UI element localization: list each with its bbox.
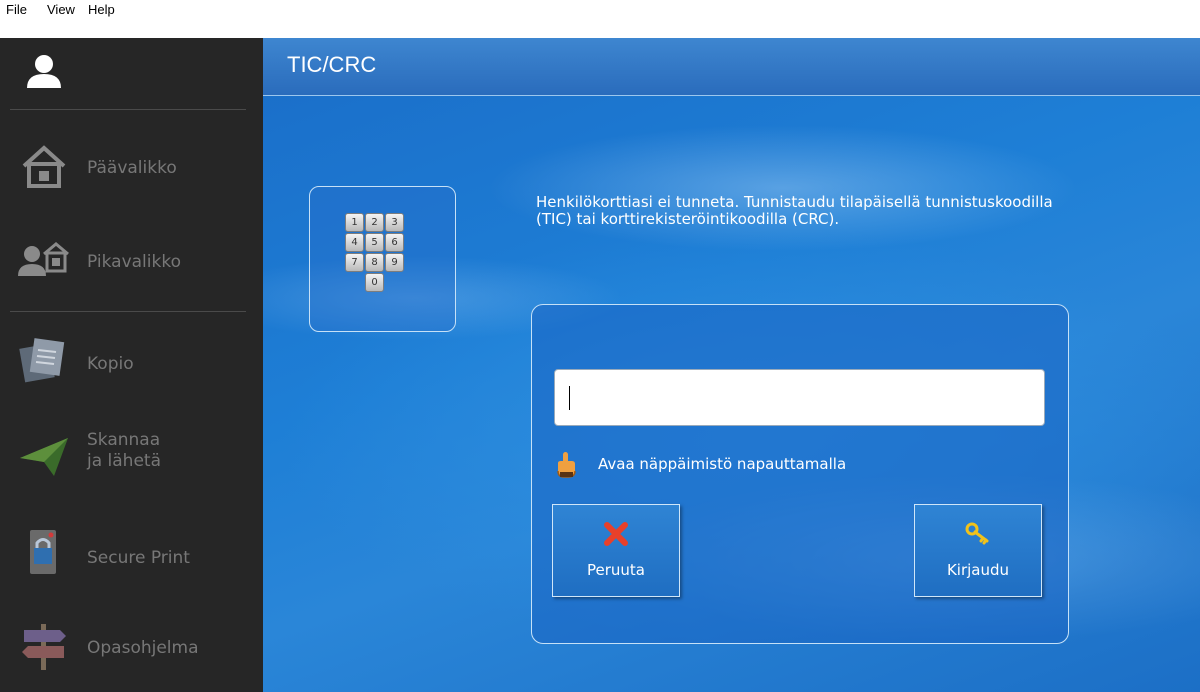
- main-panel: TIC/CRC 123 456 7890 Henkilökorttiasi ei t…: [263, 38, 1200, 692]
- sidebar-item-label: Päävalikko: [87, 158, 177, 178]
- sidebar-item-paavalikko[interactable]: Päävalikko: [0, 120, 263, 210]
- sidebar-item-label: Skannaa ja lähetä: [87, 430, 162, 471]
- page-title: TIC/CRC: [287, 52, 377, 77]
- sidebar-item-secure-print[interactable]: Secure Print: [0, 512, 263, 602]
- sidebar-item-label: Pikavalikko: [87, 252, 181, 272]
- keypad-key: 5: [365, 233, 384, 252]
- title-bar: TIC/CRC: [263, 38, 1200, 96]
- scan-send-icon: [20, 438, 68, 476]
- sidebar-item-label: Opasohjelma: [87, 638, 199, 658]
- sidebar-item-pikavalikko[interactable]: Pikavalikko: [0, 216, 263, 306]
- keyboard-hint-text: Avaa näppäimistö napauttamalla: [598, 455, 847, 473]
- keypad-key: 9: [385, 253, 404, 272]
- info-message: Henkilökorttiasi ei tunneta. Tunnistaudu…: [536, 193, 1053, 228]
- user-icon: [27, 55, 61, 88]
- lock-icon: [30, 530, 56, 574]
- keypad-key: 1: [345, 213, 364, 232]
- sidebar-item-kopio[interactable]: Kopio: [0, 316, 263, 406]
- menu-view[interactable]: View: [47, 2, 75, 17]
- user-button[interactable]: [0, 38, 263, 110]
- sidebar: Päävalikko Pikavalikko Kopio Skannaa ja …: [0, 38, 263, 692]
- text-caret: [569, 386, 570, 410]
- home-icon: [22, 145, 66, 188]
- cancel-button-label: Peruuta: [587, 561, 645, 579]
- sidebar-item-skannaa[interactable]: Skannaa ja lähetä: [0, 416, 263, 506]
- sidebar-divider: [10, 109, 246, 110]
- cancel-x-icon: [604, 522, 628, 546]
- key-icon: [965, 522, 989, 545]
- quick-menu-icon: [18, 242, 69, 276]
- keypad-key: 4: [345, 233, 364, 252]
- login-panel: Avaa näppäimistö napauttamalla Peruuta K…: [531, 304, 1069, 644]
- keypad-key: 8: [365, 253, 384, 272]
- keypad-key: 3: [385, 213, 404, 232]
- code-input[interactable]: [554, 369, 1045, 426]
- menu-bar: File View Help: [0, 0, 1200, 38]
- keypad-key: 0: [365, 273, 384, 292]
- login-button[interactable]: Kirjaudu: [914, 504, 1042, 597]
- sidebar-item-opasohjelma[interactable]: Opasohjelma: [0, 602, 263, 692]
- menu-help[interactable]: Help: [88, 2, 115, 17]
- keypad-key: 6: [385, 233, 404, 252]
- sidebar-divider: [10, 311, 246, 312]
- copy-icon: [19, 338, 65, 383]
- signpost-icon: [22, 624, 66, 670]
- keypad-illustration: 123 456 7890: [309, 186, 456, 332]
- cancel-button[interactable]: Peruuta: [552, 504, 680, 597]
- sidebar-item-label: Kopio: [87, 354, 134, 374]
- sidebar-item-label: Secure Print: [87, 548, 190, 568]
- menu-file[interactable]: File: [6, 2, 27, 17]
- keypad-key: 7: [345, 253, 364, 272]
- keypad-key: 2: [365, 213, 384, 232]
- pointing-hand-icon: [557, 452, 576, 478]
- login-button-label: Kirjaudu: [946, 561, 1010, 579]
